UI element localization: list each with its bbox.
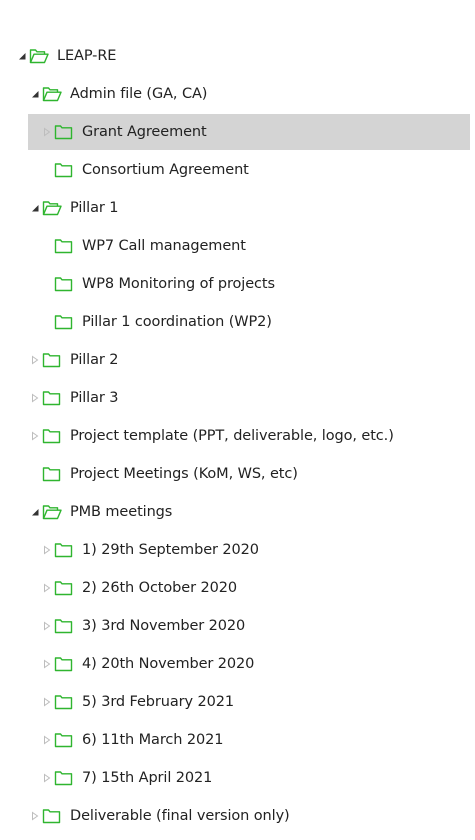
tree-item[interactable]: WP8 Monitoring of projects [0, 265, 475, 303]
tree-item-label: WP7 Call management [82, 238, 246, 254]
tree-item[interactable]: 6) 11th March 2021 [0, 721, 475, 759]
tree-item[interactable]: 2) 26th October 2020 [0, 569, 475, 607]
folder-icon [42, 428, 62, 444]
tree-item-label: 3) 3rd November 2020 [82, 618, 246, 634]
tree-item-label: 4) 20th November 2020 [82, 656, 255, 672]
folder-open-icon [42, 504, 62, 520]
triangle-collapsed-icon[interactable] [30, 811, 40, 821]
tree-item-label: 2) 26th October 2020 [82, 580, 237, 596]
folder-icon [54, 732, 74, 748]
tree-item-label: WP8 Monitoring of projects [82, 276, 275, 292]
tree-item[interactable]: Deliverable (final version only) [0, 797, 475, 835]
triangle-collapsed-icon[interactable] [42, 697, 52, 707]
tree-item-label: Pillar 1 [70, 200, 119, 216]
tree-item-label: 6) 11th March 2021 [82, 732, 224, 748]
tree-item-label: Project template (PPT, deliverable, logo… [70, 428, 394, 444]
triangle-collapsed-icon[interactable] [42, 773, 52, 783]
tree-item[interactable]: Grant Agreement [0, 113, 475, 151]
folder-open-icon [42, 200, 62, 216]
tree-item-label: 1) 29th September 2020 [82, 542, 259, 558]
tree-item[interactable]: 1) 29th September 2020 [0, 531, 475, 569]
triangle-collapsed-icon[interactable] [42, 545, 52, 555]
triangle-expanded-icon[interactable] [30, 507, 40, 517]
tree-item[interactable]: 7) 15th April 2021 [0, 759, 475, 797]
folder-tree: LEAP-RE Admin file (GA, CA) Grant Agreemen… [0, 37, 475, 835]
tree-item[interactable]: 5) 3rd February 2021 [0, 683, 475, 721]
triangle-collapsed-icon[interactable] [42, 659, 52, 669]
folder-icon [54, 238, 74, 254]
tree-item[interactable]: Admin file (GA, CA) [0, 75, 475, 113]
folder-icon [54, 580, 74, 596]
folder-open-icon [29, 48, 49, 64]
triangle-expanded-icon[interactable] [17, 51, 27, 61]
tree-item[interactable]: 4) 20th November 2020 [0, 645, 475, 683]
tree-item-label: Project Meetings (KoM, WS, etc) [70, 466, 298, 482]
triangle-collapsed-icon[interactable] [30, 431, 40, 441]
folder-open-icon [42, 86, 62, 102]
triangle-collapsed-icon[interactable] [42, 583, 52, 593]
folder-icon [54, 314, 74, 330]
tree-item-label: Consortium Agreement [82, 162, 249, 178]
folder-icon [42, 466, 62, 482]
folder-icon [54, 162, 74, 178]
tree-item[interactable]: Pillar 1 coordination (WP2) [0, 303, 475, 341]
tree-item[interactable]: Project template (PPT, deliverable, logo… [0, 417, 475, 455]
tree-item[interactable]: Pillar 1 [0, 189, 475, 227]
tree-item-label: Pillar 1 coordination (WP2) [82, 314, 272, 330]
tree-item-label: Deliverable (final version only) [70, 808, 290, 824]
tree-item[interactable]: Project Meetings (KoM, WS, etc) [0, 455, 475, 493]
folder-icon [42, 352, 62, 368]
triangle-collapsed-icon[interactable] [30, 393, 40, 403]
folder-icon [54, 618, 74, 634]
triangle-collapsed-icon[interactable] [42, 621, 52, 631]
tree-item-label: Admin file (GA, CA) [70, 86, 208, 102]
tree-item[interactable]: WP7 Call management [0, 227, 475, 265]
tree-item-label: PMB meetings [70, 504, 173, 520]
tree-item-label: Pillar 3 [70, 390, 119, 406]
tree-item[interactable]: Pillar 3 [0, 379, 475, 417]
tree-item-label: 7) 15th April 2021 [82, 770, 213, 786]
folder-icon [54, 694, 74, 710]
tree-item[interactable]: 3) 3rd November 2020 [0, 607, 475, 645]
tree-item[interactable]: PMB meetings [0, 493, 475, 531]
tree-item[interactable]: Consortium Agreement [0, 151, 475, 189]
tree-item[interactable]: Pillar 2 [0, 341, 475, 379]
tree-item-label: Grant Agreement [82, 124, 207, 140]
triangle-expanded-icon[interactable] [30, 203, 40, 213]
triangle-expanded-icon[interactable] [30, 89, 40, 99]
triangle-collapsed-icon[interactable] [30, 355, 40, 365]
folder-icon [54, 770, 74, 786]
tree-item-label: LEAP-RE [57, 48, 117, 64]
triangle-collapsed-icon[interactable] [42, 735, 52, 745]
folder-icon [42, 808, 62, 824]
folder-icon [54, 124, 74, 140]
tree-item-label: 5) 3rd February 2021 [82, 694, 234, 710]
tree-item-label: Pillar 2 [70, 352, 119, 368]
folder-icon [54, 276, 74, 292]
tree-item[interactable]: LEAP-RE [0, 37, 475, 75]
folder-icon [54, 656, 74, 672]
triangle-collapsed-icon[interactable] [42, 127, 52, 137]
folder-icon [42, 390, 62, 406]
folder-icon [54, 542, 74, 558]
